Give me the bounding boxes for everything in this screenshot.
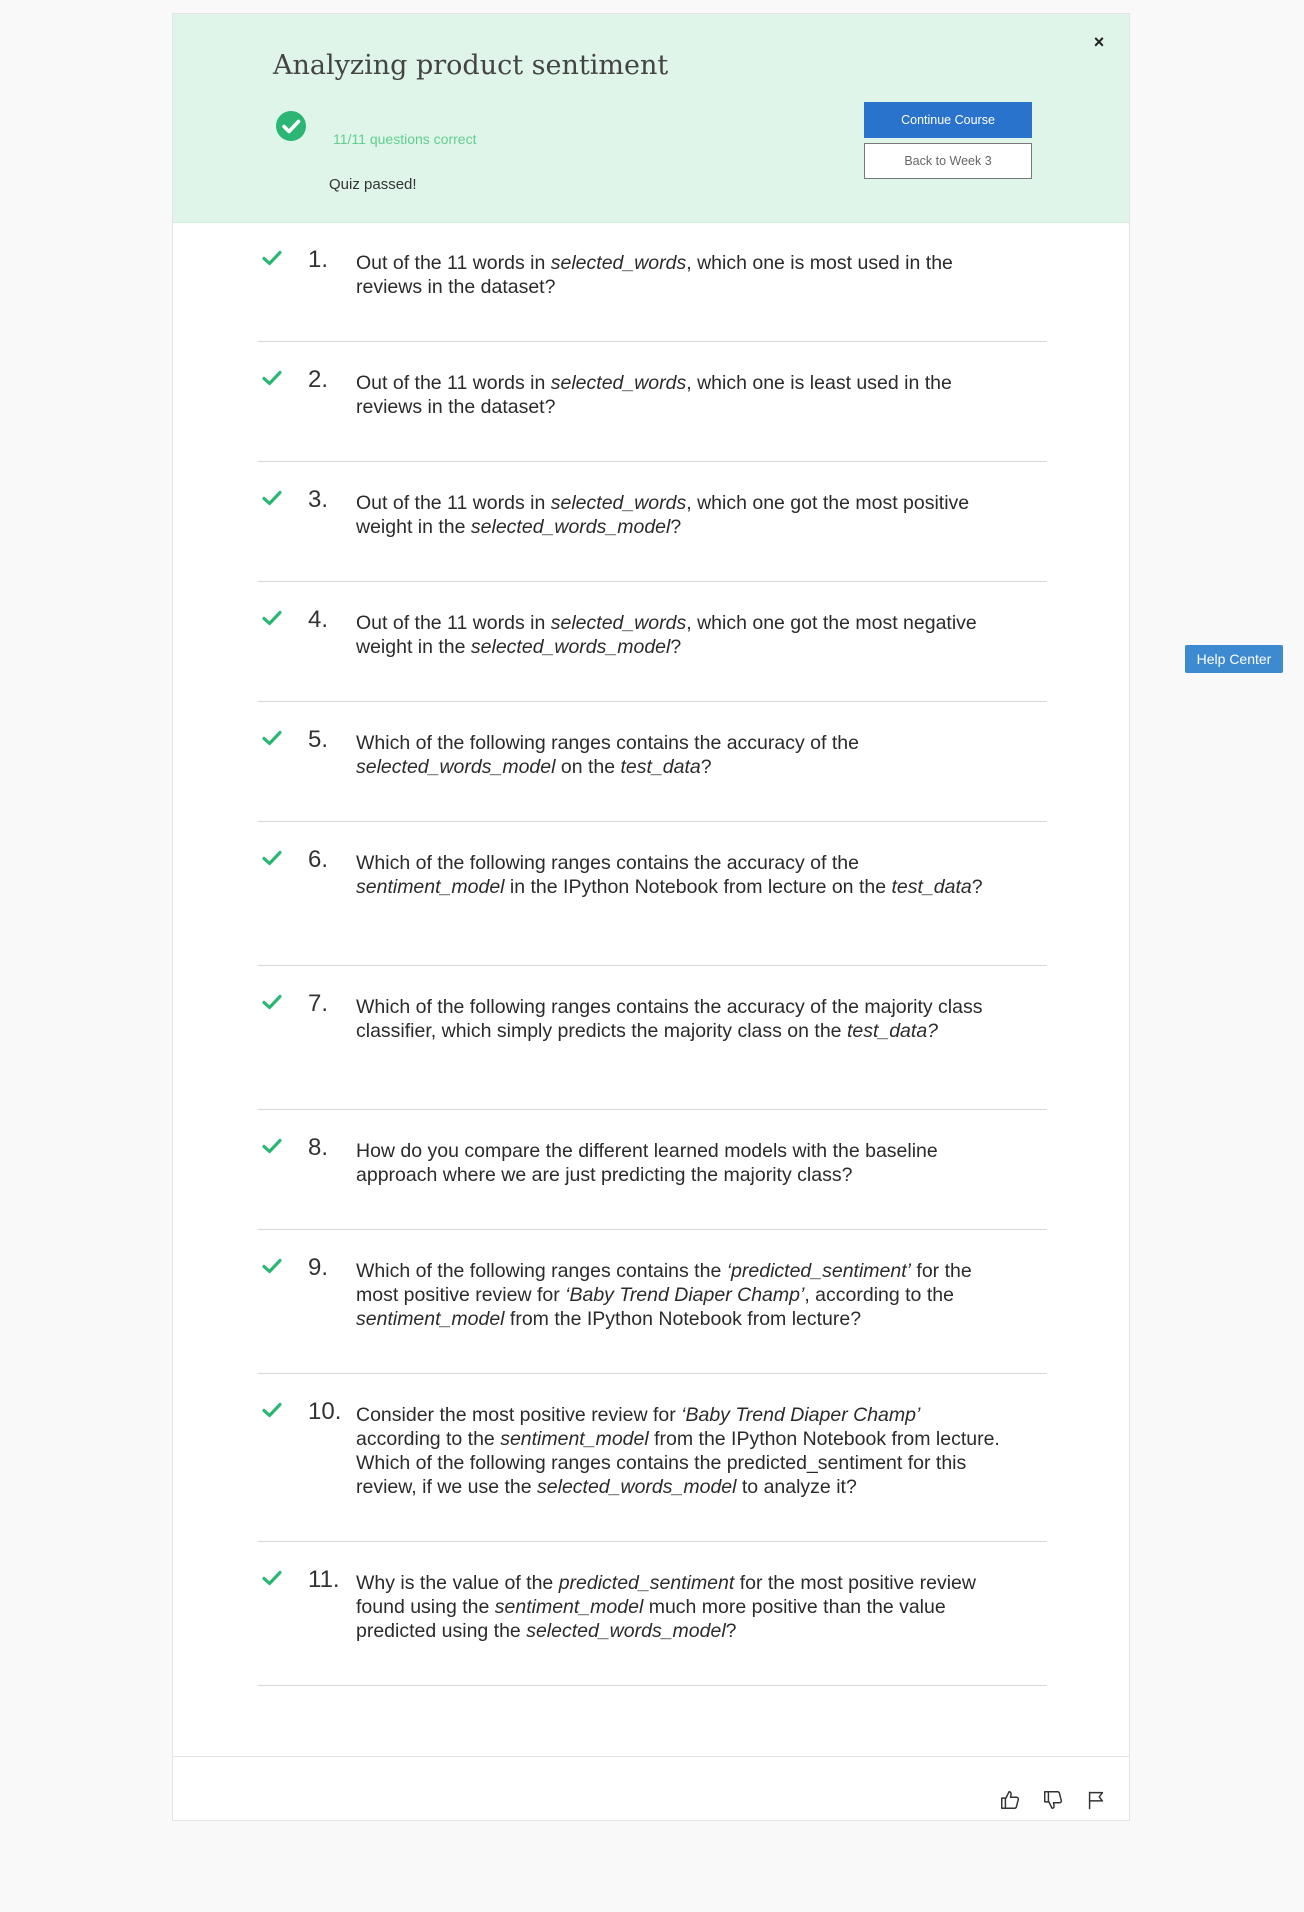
question-text: Which of the following ranges contains t… xyxy=(356,1260,972,1330)
correct-check-icon xyxy=(262,730,282,746)
help-center-button[interactable]: Help Center xyxy=(1185,645,1283,673)
question-item[interactable]: 6. Which of the following ranges contains… xyxy=(258,822,1047,966)
correct-check-icon xyxy=(262,1402,282,1418)
quiz-title: Analyzing product sentiment xyxy=(273,50,669,81)
question-number: 5. xyxy=(308,726,329,753)
question-item[interactable]: 11. Why is the value of the predicted_sen… xyxy=(258,1542,1047,1686)
question-item[interactable]: 10. Consider the most positive review for… xyxy=(258,1374,1047,1542)
question-text: Why is the value of the predicted_sentim… xyxy=(356,1572,976,1642)
question-item[interactable]: 5. Which of the following ranges contains… xyxy=(258,702,1047,822)
question-item[interactable]: 1. Out of the 11 words in selected_words,… xyxy=(258,222,1047,342)
correct-check-icon xyxy=(262,490,282,506)
question-text: Consider the most positive review for ‘B… xyxy=(356,1404,1000,1498)
question-item[interactable]: 7. Which of the following ranges contains… xyxy=(258,966,1047,1110)
question-text: Out of the 11 words in selected_words, w… xyxy=(356,492,970,538)
question-text: Out of the 11 words in selected_words, w… xyxy=(356,372,952,418)
correct-check-icon xyxy=(262,1138,282,1154)
continue-course-button[interactable]: Continue Course xyxy=(864,102,1032,138)
thumbs-down-icon[interactable] xyxy=(1042,1789,1064,1811)
footer-divider xyxy=(173,1756,1129,1757)
question-number: 9. xyxy=(308,1254,329,1281)
correct-check-icon xyxy=(262,610,282,626)
correct-check-icon xyxy=(262,1258,282,1274)
question-text: How do you compare the different learned… xyxy=(356,1140,938,1186)
question-item[interactable]: 3. Out of the 11 words in selected_words,… xyxy=(258,462,1047,582)
question-number: 4. xyxy=(308,606,329,633)
question-text: Which of the following ranges contains t… xyxy=(356,852,983,898)
flag-icon[interactable] xyxy=(1085,1789,1107,1811)
correct-check-icon xyxy=(262,850,282,866)
correct-check-icon xyxy=(262,370,282,386)
question-item[interactable]: 2. Out of the 11 words in selected_words,… xyxy=(258,342,1047,462)
thumbs-up-icon[interactable] xyxy=(999,1789,1021,1811)
question-list: 1. Out of the 11 words in selected_words,… xyxy=(258,222,1047,1686)
quiz-status: Quiz passed! xyxy=(329,176,417,193)
question-number: 1. xyxy=(308,246,329,273)
question-number: 11. xyxy=(308,1566,340,1593)
question-number: 3. xyxy=(308,486,329,513)
question-number: 7. xyxy=(308,990,329,1017)
question-number: 10. xyxy=(308,1398,342,1425)
correct-check-icon xyxy=(262,1570,282,1586)
correct-check-icon xyxy=(262,994,282,1010)
quiz-card: Analyzing product sentiment × 11/11 ques… xyxy=(172,13,1130,1821)
close-icon[interactable]: × xyxy=(1087,30,1111,54)
correct-check-icon xyxy=(262,250,282,266)
question-text: Out of the 11 words in selected_words, w… xyxy=(356,252,953,298)
quiz-result-header: Analyzing product sentiment × 11/11 ques… xyxy=(173,14,1129,223)
score-text: 11/11 questions correct xyxy=(333,131,477,147)
question-item[interactable]: 4. Out of the 11 words in selected_words,… xyxy=(258,582,1047,702)
question-item[interactable]: 8. How do you compare the different learn… xyxy=(258,1110,1047,1230)
back-to-week-button[interactable]: Back to Week 3 xyxy=(864,143,1032,179)
check-circle-icon xyxy=(276,111,306,141)
question-item[interactable]: 9. Which of the following ranges contains… xyxy=(258,1230,1047,1374)
question-text: Which of the following ranges contains t… xyxy=(356,996,983,1042)
question-number: 2. xyxy=(308,366,329,393)
question-number: 8. xyxy=(308,1134,329,1161)
question-number: 6. xyxy=(308,846,329,873)
question-text: Which of the following ranges contains t… xyxy=(356,732,859,778)
question-text: Out of the 11 words in selected_words, w… xyxy=(356,612,977,658)
